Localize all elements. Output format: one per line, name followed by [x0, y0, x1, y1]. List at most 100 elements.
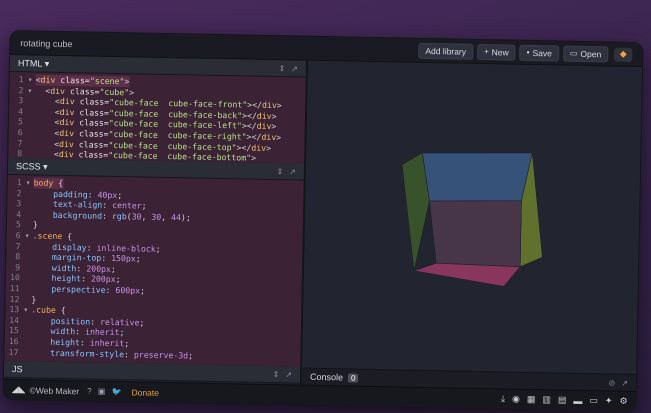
add-library-label: Add library	[425, 45, 467, 57]
layout-2-icon[interactable]: ▥	[542, 394, 551, 405]
app-logo-icon[interactable]: ◆	[614, 47, 633, 62]
fold-arrow-icon[interactable]: ▾	[23, 304, 31, 315]
cube-face-front	[429, 200, 522, 268]
code-text: .cube {	[31, 304, 66, 316]
line-number: 6	[15, 230, 21, 241]
collapse-icon[interactable]: ⇕	[278, 64, 285, 73]
new-label: New	[491, 46, 509, 58]
fold-arrow-icon	[24, 241, 32, 252]
fold-arrow-icon	[22, 347, 30, 358]
line-number: 6	[17, 127, 23, 138]
fold-arrow-icon	[23, 336, 31, 347]
css-code-editor[interactable]: 1 ▾ body {2 padding: 40px; 3 text-align: ce…	[4, 174, 304, 367]
layout-3-icon[interactable]: ▤	[558, 395, 567, 406]
fold-arrow-icon	[27, 106, 35, 117]
web-maker-window: rotating cube Add library + New ▪ Save ▭…	[2, 29, 644, 413]
collapse-icon[interactable]: ⇕	[276, 167, 283, 176]
fold-arrow-icon	[27, 127, 35, 138]
save-button[interactable]: ▪ Save	[519, 44, 560, 61]
line-number: 4	[16, 208, 22, 219]
fold-arrow-icon	[24, 283, 32, 294]
code-text: .scene {	[32, 230, 73, 242]
expand-icon[interactable]: ↗	[621, 378, 628, 387]
settings-icon[interactable]: ⚙	[619, 396, 627, 407]
line-number: 1	[16, 177, 22, 188]
fold-arrow-icon	[26, 138, 34, 149]
line-number: 10	[9, 272, 20, 283]
open-label: Open	[580, 48, 602, 59]
download-icon[interactable]: ⤓	[501, 393, 505, 404]
fold-arrow-icon[interactable]: ▾	[28, 74, 36, 85]
fold-arrow-icon	[27, 95, 35, 106]
cube-face-bottom	[413, 262, 521, 287]
console-count-badge: 0	[347, 373, 359, 383]
fullscreen-icon[interactable]: ▭	[589, 395, 598, 406]
screenshot-icon[interactable]: ◉	[512, 394, 520, 405]
fold-arrow-icon	[27, 117, 35, 128]
plus-icon: +	[483, 47, 489, 57]
line-number: 1	[18, 74, 24, 85]
line-number: 9	[15, 261, 21, 272]
console-label[interactable]: Console	[310, 372, 343, 383]
fold-arrow-icon	[24, 251, 32, 262]
line-number: 13	[9, 304, 20, 315]
line-number: 14	[9, 314, 20, 325]
html-pane-title[interactable]: HTML ▾	[18, 58, 273, 74]
fold-arrow-icon	[24, 273, 32, 284]
brand-label: ©Web Maker	[29, 384, 80, 396]
code-text: perspective: 600px;	[31, 283, 146, 296]
fold-arrow-icon	[23, 326, 31, 337]
layout-1-icon[interactable]: ▦	[527, 394, 536, 405]
line-number: 5	[17, 116, 23, 127]
code-text: }	[32, 219, 38, 230]
social-links-icons[interactable]: ? ▣ 🐦	[87, 387, 124, 397]
preview-pane[interactable]: Console 0 ⊘ ↗	[301, 60, 643, 392]
line-number: 2	[16, 187, 22, 198]
line-number: 4	[18, 105, 24, 117]
html-code-editor[interactable]: 1 ▾ <div class="scene"> 2 ▾ <div class="cube…	[8, 71, 306, 164]
collapse-icon[interactable]: ⇕	[273, 370, 280, 379]
line-number: 7	[15, 240, 21, 251]
line-number: 3	[16, 198, 22, 209]
html-pane: HTML ▾ ⇕ ↗ 1 ▾ <div class="scene"> 2 ▾ <div …	[8, 54, 307, 164]
line-number: 15	[8, 325, 19, 336]
open-button[interactable]: ▭ Open	[562, 45, 609, 62]
fold-arrow-icon	[25, 198, 33, 209]
fold-arrow-icon	[24, 262, 32, 273]
css-pane: SCSS ▾ ⇕ ↗ 1 ▾ body {2 padding: 40px; 3 tex…	[4, 157, 305, 367]
main-area: HTML ▾ ⇕ ↗ 1 ▾ <div class="scene"> 2 ▾ <div …	[3, 54, 643, 392]
fold-arrow-icon[interactable]: ▾	[26, 177, 34, 188]
notifications-icon[interactable]: ✦	[605, 395, 613, 406]
fold-arrow-icon	[25, 220, 33, 231]
fold-arrow-icon	[25, 188, 33, 199]
brand[interactable]: ◢◣ ©Web Maker	[12, 384, 80, 396]
line-number: 8	[15, 251, 21, 262]
fold-arrow-icon[interactable]: ▾	[25, 230, 33, 241]
cube-face-top	[421, 152, 533, 202]
code-text: transform-style: preserve-3d;	[30, 346, 194, 361]
save-label: Save	[532, 47, 553, 58]
add-library-button[interactable]: Add library	[418, 42, 474, 60]
expand-icon[interactable]: ↗	[291, 64, 298, 73]
editor-column: HTML ▾ ⇕ ↗ 1 ▾ <div class="scene"> 2 ▾ <div …	[3, 54, 309, 385]
code-text: }	[31, 293, 37, 305]
fold-arrow-icon	[23, 294, 31, 305]
fold-arrow-icon	[23, 315, 31, 326]
line-number: 16	[8, 335, 19, 347]
line-number: 11	[9, 282, 20, 294]
fold-arrow-icon	[25, 209, 33, 220]
web-maker-logo-icon: ◢◣	[11, 384, 26, 395]
line-number: 3	[18, 95, 24, 106]
line-number: 12	[9, 293, 20, 304]
expand-icon[interactable]: ↗	[289, 167, 296, 176]
js-pane-title[interactable]: JS	[12, 364, 267, 379]
css-pane-title[interactable]: SCSS ▾	[16, 161, 271, 177]
layout-4-icon[interactable]: ▬	[573, 395, 582, 405]
project-title[interactable]: rotating cube	[20, 38, 414, 56]
donate-link[interactable]: Donate	[131, 387, 159, 398]
expand-icon[interactable]: ↗	[285, 370, 292, 379]
clear-console-icon[interactable]: ⊘	[608, 378, 615, 387]
line-number: 7	[17, 137, 23, 148]
new-button[interactable]: + New	[476, 43, 516, 61]
fold-arrow-icon[interactable]: ▾	[27, 85, 35, 96]
